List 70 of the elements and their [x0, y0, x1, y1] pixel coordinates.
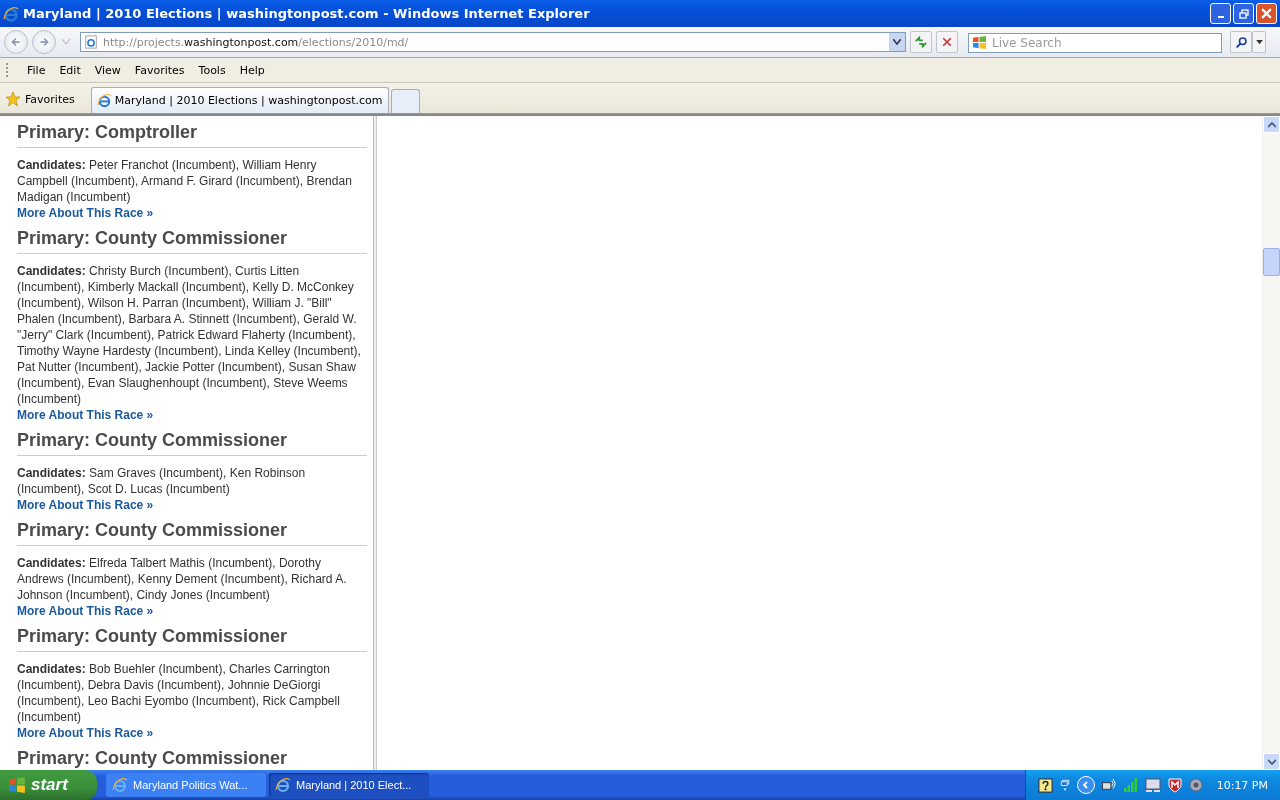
shield-icon[interactable]	[1166, 777, 1183, 793]
minimize-icon	[1217, 15, 1224, 18]
browser-tab[interactable]: Maryland | 2010 Elections | washingtonpost.com	[90, 87, 389, 113]
more-about-race-link[interactable]: More About This Race »	[17, 407, 154, 423]
candidates-text: Candidates: Elfreda Talbert Mathis (Incumbent), Dorothy Andrews (Incumbent), Kenny Dement (Incumbent), Richard A. Johnson (Incumbent), Cindy Jones (Incumbent)	[17, 555, 348, 603]
race-heading: Primary: County Commissioner	[17, 625, 367, 652]
candidates-text: Candidates: Christy Burch (Incumbent), Curtis Litten (Incumbent), Kimberly Mackall (Incumbent), Kelly D. McConkey (Incumbent), Wilson H. Parran (Incumbent), William J. "Bill" Phalen (Incumbent), Barbara A. Stinnett (Incumbent), Gerald W. "Jerry" Clark (Incumbent), Patrick Edward Flaherty (Incumbent), Timothy Wayne Hardesty (Incumbent), Linda Kelley (Incumbent), Pat Nutter (Incumbent), Jackie Potter (Incumbent), Susan Shaw (Incumbent), Evan Slaughenhoupt (Incumbent), Steve Weems (Incumbent)	[17, 263, 362, 407]
clock: 10:17 PM	[1216, 778, 1268, 792]
close-icon	[1261, 8, 1272, 19]
race-heading: Primary: Comptroller	[17, 121, 367, 148]
window-title: Maryland | 2010 Elections | washingtonpost.com - Windows Internet Explorer	[23, 6, 590, 21]
address-dropdown-button[interactable]	[889, 33, 905, 51]
search-options-button[interactable]	[1252, 31, 1266, 53]
taskbar-button[interactable]: Maryland | 2010 Elect...	[269, 773, 429, 797]
show-hidden-icons-button[interactable]	[1076, 776, 1095, 794]
minimize-button[interactable]	[1210, 3, 1231, 24]
arrow-down-icon	[1267, 758, 1276, 765]
stop-x-icon	[941, 36, 953, 48]
browser-logo-icon	[3, 5, 19, 22]
browser-logo-icon	[96, 93, 112, 108]
browser-logo-icon	[112, 777, 128, 793]
more-about-race-link[interactable]: More About This Race »	[17, 205, 154, 221]
search-icon	[1234, 35, 1248, 49]
refresh-button[interactable]	[910, 31, 932, 53]
arrow-up-icon	[1267, 121, 1276, 128]
browser-logo-icon	[275, 777, 291, 793]
back-button[interactable]	[4, 30, 28, 54]
scroll-down-button[interactable]	[1263, 753, 1280, 770]
stop-button[interactable]	[936, 31, 958, 53]
race-heading: Primary: County Commissioner	[17, 227, 367, 254]
menu-item[interactable]: Favorites	[127, 63, 192, 77]
close-button[interactable]	[1256, 3, 1277, 24]
taskbar-button[interactable]: Maryland Politics Wat...	[106, 773, 266, 797]
monitor-icon[interactable]	[1144, 777, 1161, 793]
restore-button[interactable]	[1233, 3, 1254, 24]
race-heading: Primary: County Commissioner	[17, 519, 367, 546]
more-about-race-link[interactable]: More About This Race »	[17, 603, 154, 619]
search-button[interactable]	[1230, 31, 1252, 53]
chevron-down-icon	[893, 39, 901, 45]
menu-item[interactable]: Help	[232, 63, 272, 77]
race-heading: Primary: County Commissioner	[17, 429, 367, 456]
menu-item[interactable]: File	[20, 63, 53, 77]
candidates-text: Candidates: Bob Buehler (Incumbent), Charles Carrington (Incumbent), Debra Davis (Incumbent), Johnnie DeGiorgi (Incumbent), Leo Bachi Eyombo (Incumbent), Rick Campbell (Incumbent)	[17, 661, 341, 725]
menu-item[interactable]: Tools	[191, 63, 233, 77]
caret-icon	[1255, 39, 1263, 45]
chevron-left-icon	[1081, 781, 1090, 789]
star-icon	[5, 91, 21, 107]
forward-button[interactable]	[32, 30, 56, 54]
candidates-text: Candidates: Peter Franchot (Incumbent), William Henry Campbell (Incumbent), Armand F. Girard (Incumbent), Brendan Madigan (Incumbent)	[17, 157, 353, 205]
help-icon[interactable]	[1037, 777, 1053, 793]
refresh-arrows-icon	[914, 35, 928, 49]
menu-item[interactable]: View	[87, 63, 128, 77]
window-switch-icon[interactable]	[1058, 777, 1071, 793]
network-icon[interactable]	[1100, 777, 1117, 793]
more-about-race-link[interactable]: More About This Race »	[17, 725, 154, 741]
back-arrow-icon	[9, 35, 23, 49]
scroll-up-button[interactable]	[1263, 116, 1280, 133]
search-field[interactable]: Live Search	[968, 33, 1222, 53]
restore-icon	[1238, 8, 1249, 19]
scrollbar[interactable]	[1262, 116, 1280, 770]
speaker-icon[interactable]	[1188, 777, 1205, 793]
page-icon	[84, 35, 98, 49]
start-button[interactable]: start	[0, 770, 97, 800]
menu-item[interactable]: Edit	[52, 63, 88, 77]
scroll-thumb[interactable]	[1263, 248, 1280, 276]
candidates-text: Candidates: Sam Graves (Incumbent), Ken Robinson (Incumbent), Scot D. Lucas (Incumbent)	[17, 465, 307, 497]
windows-flag-icon	[8, 776, 26, 794]
address-field[interactable]: http://projects.washingtonpost.com/elections/2010/md/	[80, 32, 906, 52]
favorites-button[interactable]: Favorites	[5, 85, 83, 113]
more-about-race-link[interactable]: More About This Race »	[17, 497, 154, 513]
